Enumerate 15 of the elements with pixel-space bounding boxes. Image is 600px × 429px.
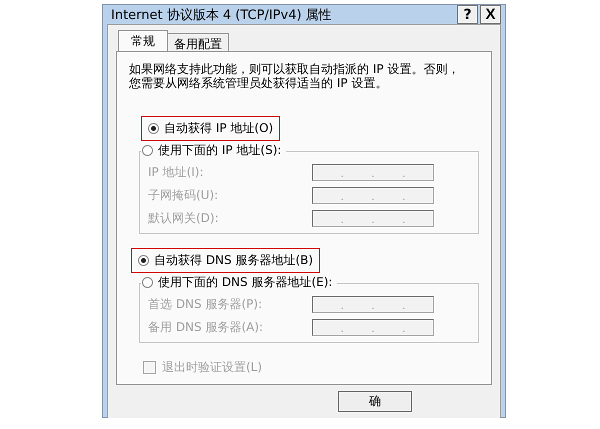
help-button[interactable]: ? bbox=[457, 5, 478, 24]
tab[interactable]: 常规 bbox=[118, 30, 168, 51]
radio-option[interactable]: 自动获得 DNS 服务器地址(B) bbox=[131, 248, 320, 273]
description-text: 您需要从网络系统管理员处获得适当的 IP 设置。 bbox=[129, 76, 388, 90]
field-label: 备用 DNS 服务器(A): bbox=[148, 319, 264, 336]
tab[interactable]: 备用配置 bbox=[167, 33, 229, 51]
close-button[interactable]: X bbox=[480, 5, 501, 24]
field-label: 首选 DNS 服务器(P): bbox=[148, 296, 262, 313]
radio-option[interactable]: 自动获得 IP 地址(O) bbox=[141, 116, 280, 141]
window-title: Internet 协议版本 4 (TCP/IPv4) 属性 bbox=[111, 6, 333, 24]
description-text: 如果网络支持此功能，则可以获取自动指派的 IP 设置。否则， bbox=[129, 62, 460, 76]
field-label: 默认网关(D): bbox=[148, 210, 219, 227]
field-label: 子网掩码(U): bbox=[148, 187, 218, 204]
field-label: IP 地址(I): bbox=[148, 164, 204, 181]
ok-button[interactable]: 确 bbox=[338, 391, 412, 412]
